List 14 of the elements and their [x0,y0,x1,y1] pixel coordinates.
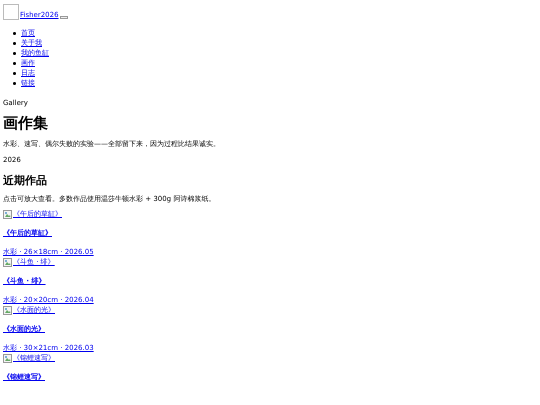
bullet-icon [13,52,16,54]
broken-image-icon [3,306,12,314]
broken-image-icon [3,258,12,266]
bullet-icon [13,42,16,44]
logo-image-placeholder [3,4,19,20]
menu-button[interactable] [60,16,68,19]
bullet-icon [13,72,16,74]
section-title: 近期作品 [3,174,48,188]
broken-image-icon [3,354,12,362]
bullet-icon [13,82,16,84]
broken-image-icon [3,210,12,218]
page-title: 画作集 [3,114,49,132]
bullet-icon [13,62,16,64]
bullet-icon [13,32,16,34]
